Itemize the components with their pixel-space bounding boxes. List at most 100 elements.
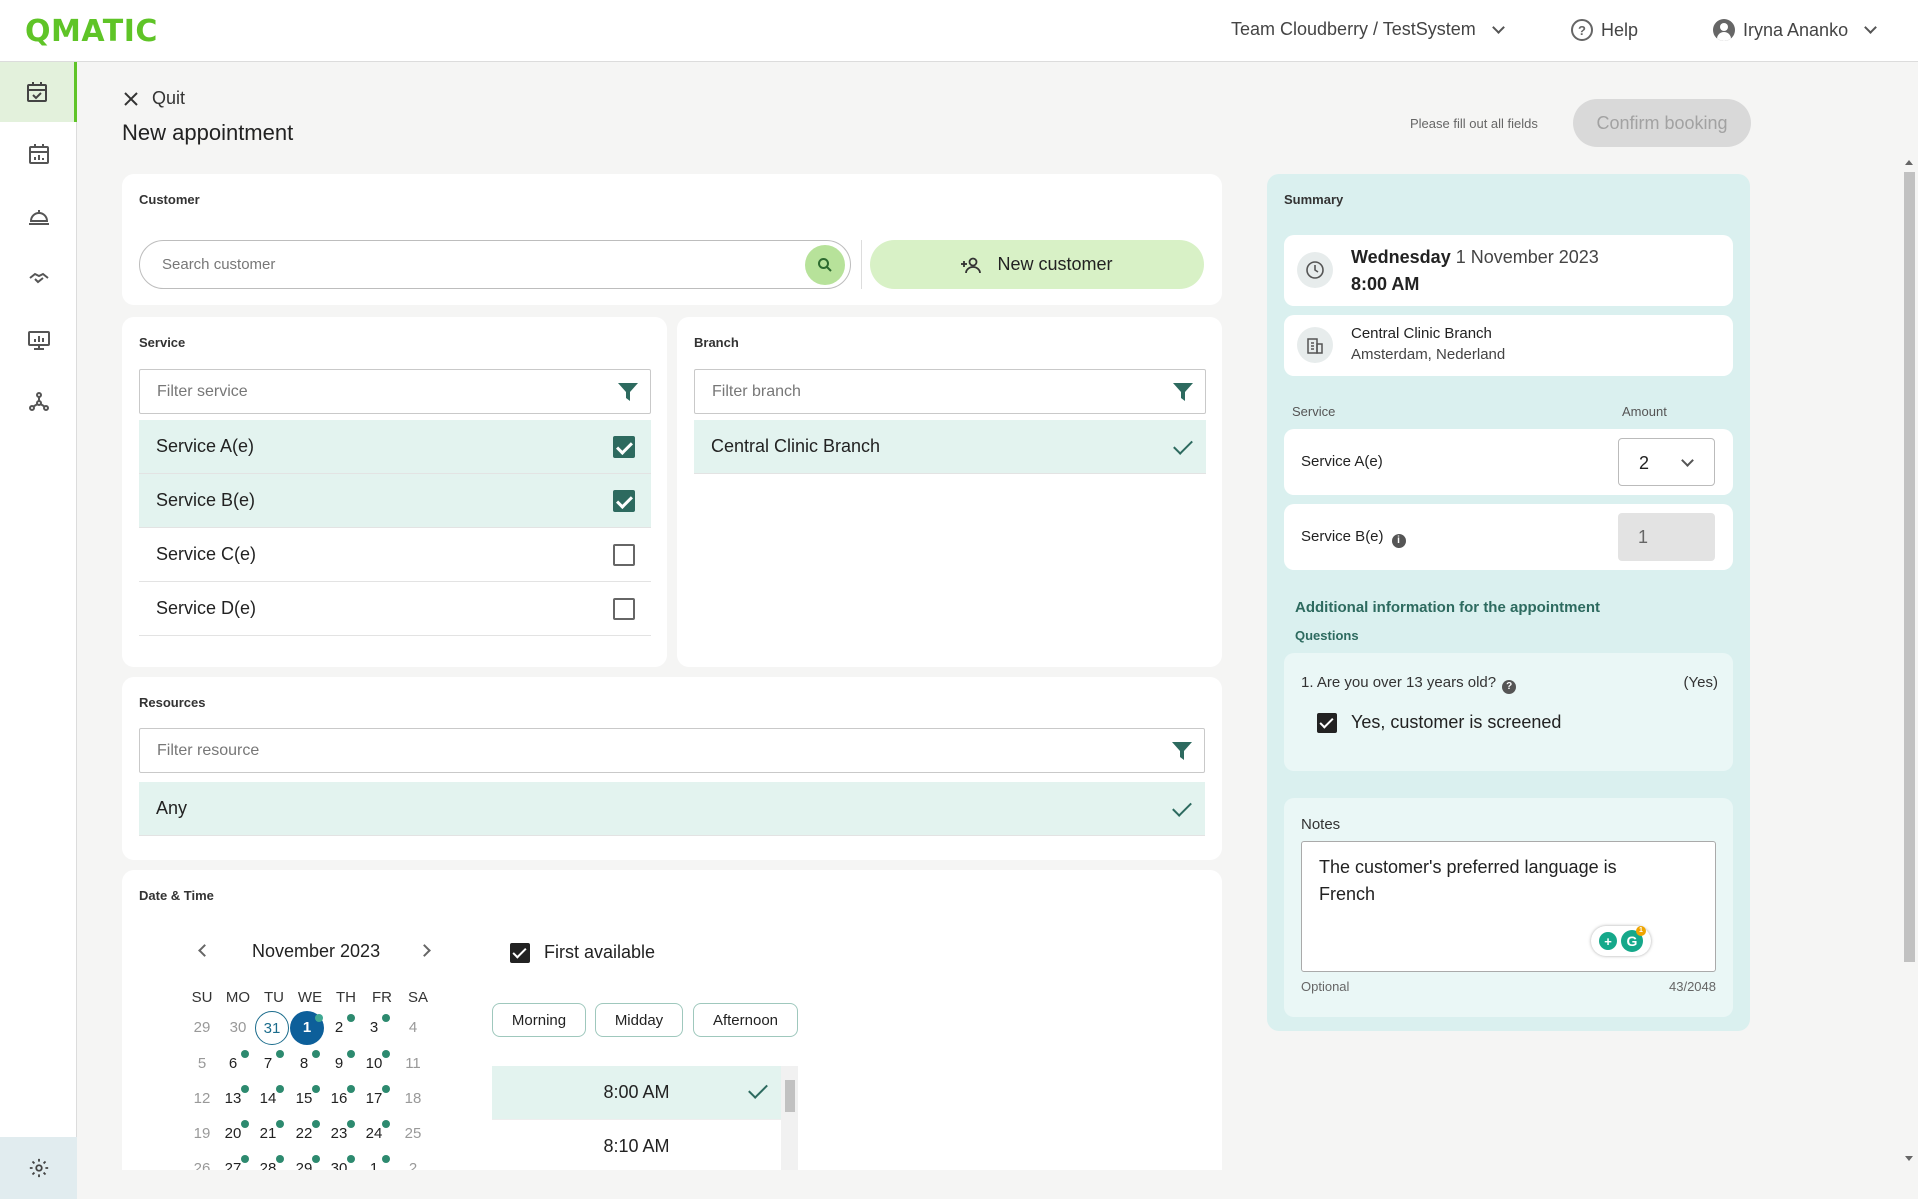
service-column-label: Service [1292, 404, 1336, 419]
calendar-day[interactable]: 9 [322, 1047, 356, 1081]
time-slot-label: 8:10 AM [603, 1136, 670, 1156]
screened-checkbox[interactable]: Yes, customer is screened [1317, 712, 1561, 733]
calendar-day[interactable]: 6 [216, 1047, 250, 1081]
period-chip-afternoon[interactable]: Afternoon [693, 1003, 798, 1037]
qmatic-logo[interactable]: QMATIC [25, 14, 158, 49]
filter-icon [618, 383, 638, 401]
calendar-day[interactable]: 15 [287, 1082, 321, 1116]
branch-item[interactable]: Central Clinic Branch [694, 420, 1206, 474]
checkbox-unchecked[interactable] [613, 598, 635, 620]
sidebar-item-appointments[interactable] [0, 62, 77, 122]
filter-branch-input[interactable]: Filter branch [694, 369, 1206, 414]
question-line: 1. Are you over 13 years old?? [1301, 674, 1517, 694]
question-text: 1. Are you over 13 years old? [1301, 674, 1497, 691]
calendar-day[interactable]: 3 [357, 1011, 391, 1045]
resource-item-label: Any [156, 798, 188, 818]
calendar-day-selected[interactable]: 1 [290, 1011, 324, 1045]
calendar-day[interactable]: 21 [251, 1117, 285, 1151]
help-link[interactable]: ? Help [1571, 19, 1638, 41]
sidebar-item-orchestration[interactable] [0, 372, 77, 432]
branch-card: Branch Filter branch Central Clinic Bran… [677, 317, 1222, 667]
weekday-label: TU [264, 989, 284, 1006]
search-customer-input[interactable]: Search customer [139, 240, 851, 289]
calendar-day[interactable]: 2 [322, 1011, 356, 1045]
calendar-day[interactable]: 17 [357, 1082, 391, 1116]
summary-panel: Summary Wednesday 1 November 2023 8:00 A… [1267, 174, 1750, 1031]
help-icon[interactable]: ? [1502, 679, 1517, 694]
calendar-day[interactable]: 22 [287, 1117, 321, 1151]
quit-button[interactable]: Quit [124, 88, 185, 109]
page-title: New appointment [122, 120, 294, 145]
customer-label: Customer [139, 192, 200, 207]
period-chip-morning[interactable]: Morning [492, 1003, 586, 1037]
service-item-d[interactable]: Service D(e) [139, 582, 651, 636]
page-scrollbar[interactable] [1900, 160, 1918, 1170]
info-icon[interactable]: i [1391, 533, 1406, 548]
weekday-label: SU [191, 989, 213, 1006]
calendar-month: November 2023 [252, 941, 381, 961]
filter-resource-input[interactable]: Filter resource [139, 728, 1205, 773]
resources-card: Resources Filter resource Any [122, 677, 1222, 860]
calendar-day[interactable]: 14 [251, 1082, 285, 1116]
service-item-b[interactable]: Service B(e) [139, 474, 651, 528]
weekday-label: WE [297, 989, 323, 1006]
calendar-day[interactable]: 16 [322, 1082, 356, 1116]
period-chip-midday[interactable]: Midday [595, 1003, 683, 1037]
user-avatar-icon [1713, 19, 1735, 41]
scroll-up-icon[interactable] [1905, 160, 1913, 165]
user-menu[interactable]: Iryna Ananko [1713, 19, 1877, 41]
new-customer-label: New customer [997, 254, 1113, 274]
checkbox-unchecked[interactable] [613, 544, 635, 566]
sidebar-item-calendar[interactable] [0, 124, 77, 184]
calendar-day[interactable]: 28 [251, 1152, 285, 1170]
checkbox-checked[interactable] [510, 942, 530, 963]
close-icon [124, 91, 138, 106]
scrollbar-thumb[interactable] [785, 1080, 795, 1112]
search-customer-button[interactable] [805, 245, 845, 285]
check-icon [748, 1079, 768, 1099]
summary-service-name: Service A(e) [1301, 453, 1383, 470]
calendar-day[interactable]: 30 [322, 1152, 356, 1170]
calendar-day[interactable]: 10 [357, 1047, 391, 1081]
calendar-day[interactable]: 7 [251, 1047, 285, 1081]
new-customer-button[interactable]: New customer [870, 240, 1204, 289]
calendar-day[interactable]: 1 [357, 1152, 391, 1170]
sidebar-item-serve[interactable] [0, 248, 77, 308]
check-icon [1173, 435, 1193, 455]
checkbox-checked[interactable] [613, 436, 635, 458]
checkbox-checked[interactable] [613, 490, 635, 512]
branch-item-label: Central Clinic Branch [711, 436, 881, 456]
first-available-toggle[interactable]: First available [510, 942, 655, 963]
confirm-booking-button[interactable]: Confirm booking [1573, 99, 1751, 147]
settings-button[interactable] [0, 1137, 77, 1199]
sidebar-item-monitor[interactable] [0, 310, 77, 370]
help-label: Help [1601, 19, 1639, 40]
time-list-scrollbar[interactable] [781, 1066, 798, 1170]
service-item-a[interactable]: Service A(e) [139, 420, 651, 474]
add-person-icon [961, 257, 982, 273]
calendar-day[interactable]: 8 [287, 1047, 321, 1081]
checkbox-checked[interactable] [1317, 712, 1337, 733]
notes-textarea[interactable]: The customer's preferred language is Fre… [1301, 841, 1716, 972]
scroll-down-icon[interactable] [1905, 1156, 1913, 1161]
time-slot-selected[interactable]: 8:00 AM [492, 1066, 781, 1120]
calendar-day[interactable]: 27 [216, 1152, 250, 1170]
service-label: Service [139, 335, 186, 350]
scrollbar-thumb[interactable] [1904, 172, 1915, 962]
amount-select[interactable]: 2 [1618, 438, 1715, 486]
calendar-day[interactable]: 24 [357, 1117, 391, 1151]
team-selector[interactable]: Team Cloudberry / TestSystem [1231, 19, 1505, 40]
handshake-icon [28, 272, 49, 284]
chevron-down-icon [1681, 454, 1694, 467]
grammarly-widget[interactable]: + G1 [1591, 926, 1651, 956]
resource-item-any[interactable]: Any [139, 782, 1205, 836]
calendar-day[interactable]: 23 [322, 1117, 356, 1151]
calendar-day[interactable]: 13 [216, 1082, 250, 1116]
time-slot[interactable]: 8:10 AM [492, 1120, 781, 1170]
calendar-day: 4 [408, 1019, 418, 1036]
calendar-day[interactable]: 20 [216, 1117, 250, 1151]
filter-service-input[interactable]: Filter service [139, 369, 651, 414]
service-item-c[interactable]: Service C(e) [139, 528, 651, 582]
sidebar-item-reception[interactable] [0, 186, 77, 246]
calendar-day[interactable]: 29 [287, 1152, 321, 1170]
